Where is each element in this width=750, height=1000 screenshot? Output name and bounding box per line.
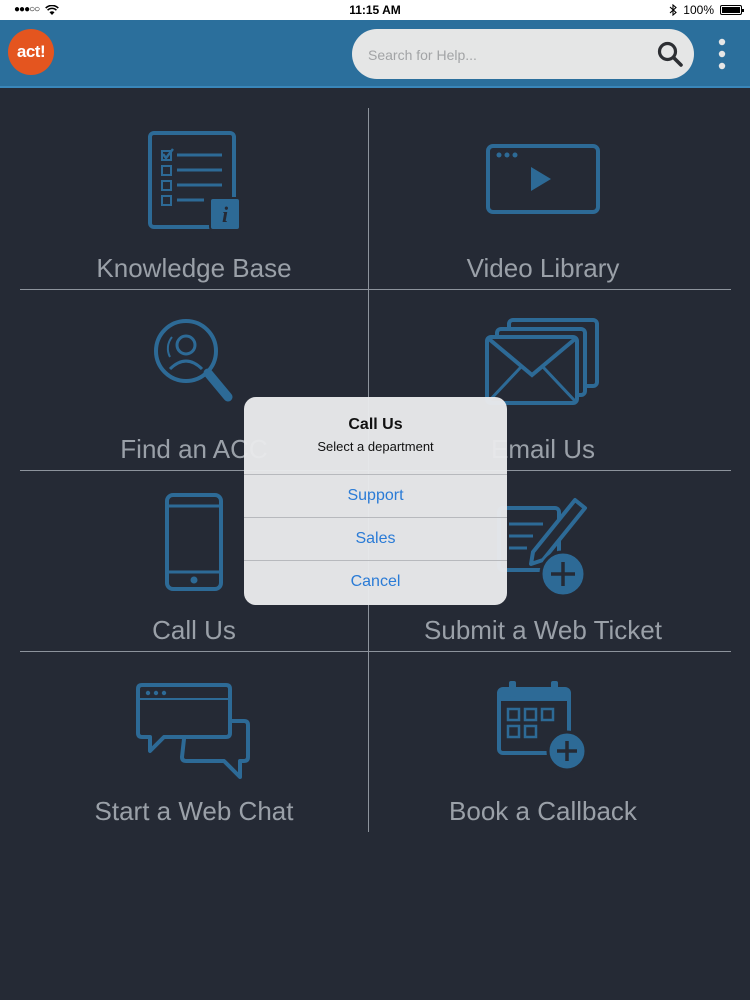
sales-button[interactable]: Sales xyxy=(244,517,507,560)
call-us-dialog: Call Us Select a department Support Sale… xyxy=(244,397,507,605)
modal-overlay: Call Us Select a department Support Sale… xyxy=(0,0,750,1000)
dialog-message: Select a department xyxy=(317,439,434,454)
dialog-title: Call Us xyxy=(348,416,403,433)
cancel-button[interactable]: Cancel xyxy=(244,560,507,603)
support-button[interactable]: Support xyxy=(244,474,507,517)
